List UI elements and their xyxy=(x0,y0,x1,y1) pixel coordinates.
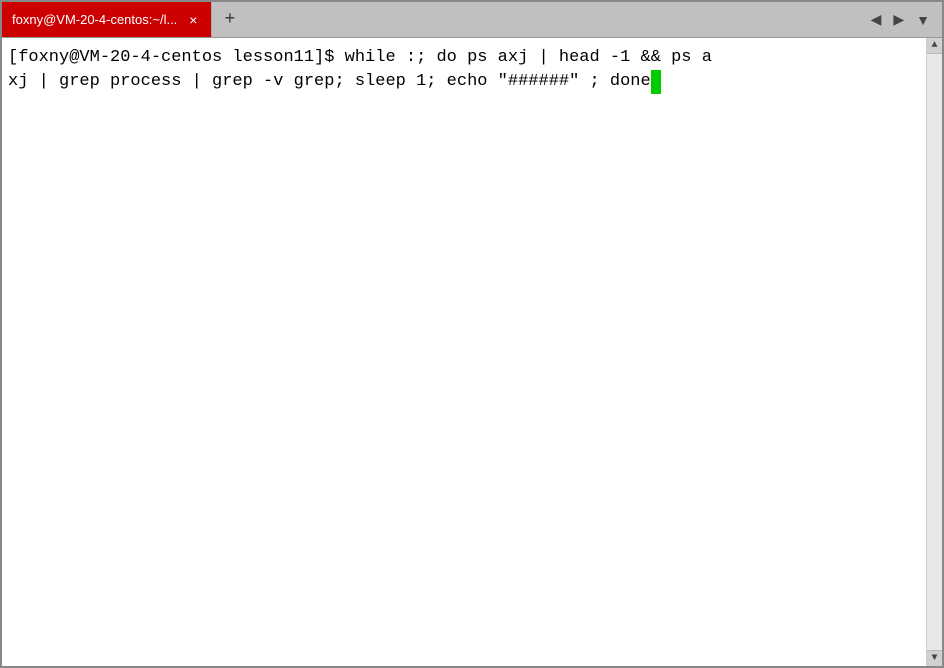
active-tab[interactable]: foxny@VM-20-4-centos:~/l... × xyxy=(2,2,211,37)
scrollbar-up-button[interactable]: ▲ xyxy=(927,38,942,54)
scrollbar-track[interactable] xyxy=(927,54,942,650)
tab-bar: foxny@VM-20-4-centos:~/l... × + ◀ ▶ ▼ xyxy=(2,2,942,38)
nav-left-button[interactable]: ◀ xyxy=(867,9,886,30)
scrollbar-down-button[interactable]: ▼ xyxy=(927,650,942,666)
terminal-window: foxny@VM-20-4-centos:~/l... × + ◀ ▶ ▼ [f… xyxy=(0,0,944,668)
nav-right-button[interactable]: ▶ xyxy=(889,9,908,30)
terminal-content[interactable]: [foxny@VM-20-4-centos lesson11]$ while :… xyxy=(2,38,926,666)
tab-title: foxny@VM-20-4-centos:~/l... xyxy=(12,12,177,27)
tab-close-button[interactable]: × xyxy=(185,10,201,30)
nav-dropdown-button[interactable]: ▼ xyxy=(912,10,934,30)
new-tab-button[interactable]: + xyxy=(211,2,247,37)
terminal-line1: [foxny@VM-20-4-centos lesson11]$ while :… xyxy=(8,48,712,67)
terminal-line2: xj | grep process | grep -v grep; sleep … xyxy=(8,72,651,91)
terminal-cursor xyxy=(651,70,661,94)
tab-spacer xyxy=(247,2,858,37)
terminal-body: [foxny@VM-20-4-centos lesson11]$ while :… xyxy=(2,38,942,666)
tab-navigation: ◀ ▶ ▼ xyxy=(859,2,942,37)
scrollbar: ▲ ▼ xyxy=(926,38,942,666)
